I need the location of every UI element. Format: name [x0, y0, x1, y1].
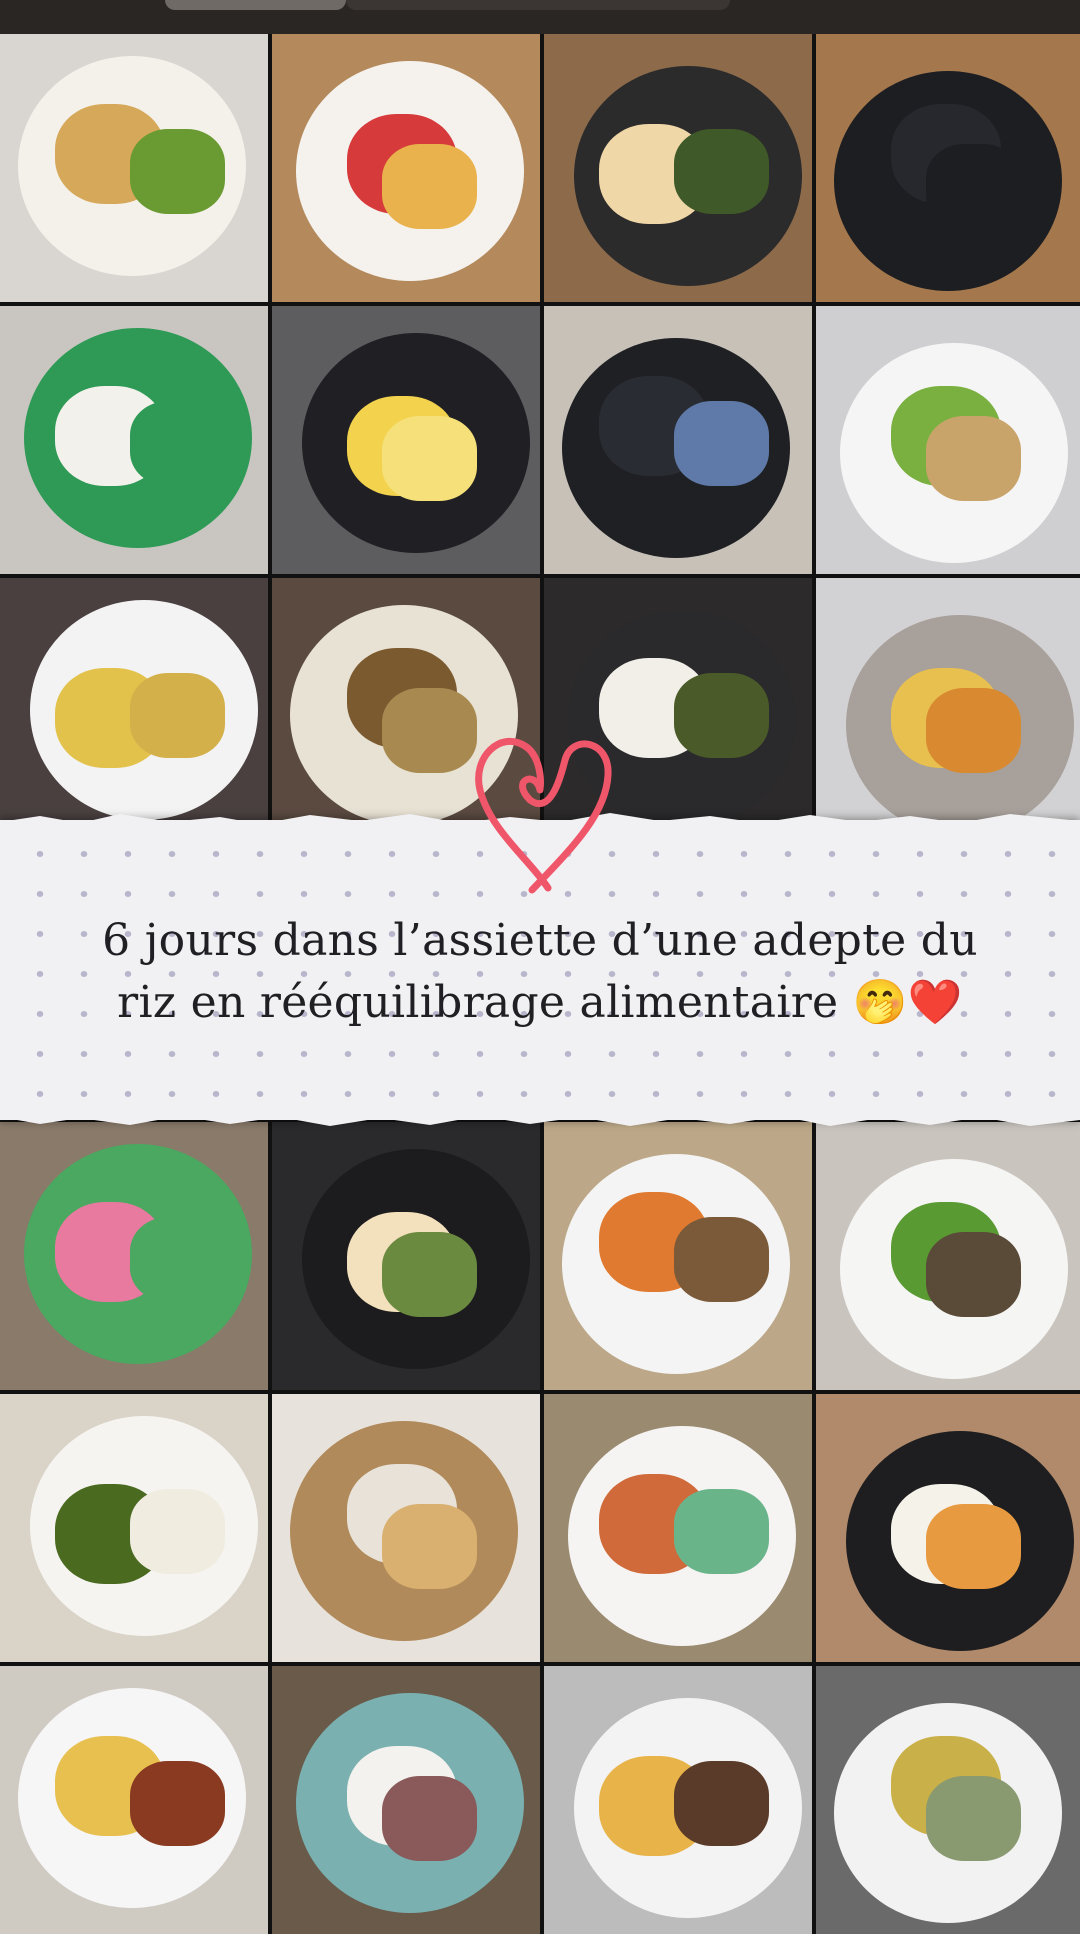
caption-line-1: 6 jours dans l’assiette d’une adepte du: [102, 915, 978, 966]
side-dish-shape: [382, 688, 477, 773]
side-dish-shape: [130, 129, 225, 214]
side-dish-shape: [382, 1232, 477, 1317]
side-dish-shape: [130, 673, 225, 758]
side-dish-shape: [130, 401, 225, 486]
side-dish-shape: [926, 144, 1021, 229]
meal-photo-rice-chicken[interactable]: [0, 1666, 268, 1934]
meal-photo-flan-cabbage[interactable]: [272, 1122, 540, 1390]
heart-doodle-icon: [475, 737, 612, 894]
photo-yogurt-dolait-nature[interactable]: [0, 306, 268, 574]
side-dish-shape: [926, 1232, 1021, 1317]
meal-photo-foufou-greens[interactable]: [272, 1666, 540, 1934]
side-dish-shape: [382, 1776, 477, 1861]
side-dish-shape: [926, 1504, 1021, 1589]
story-progress-track: [346, 0, 730, 10]
meal-photo-sweet-potato-stew[interactable]: [544, 1122, 812, 1390]
photo-bathroom-scale[interactable]: [544, 306, 812, 574]
meal-photo-flan-greens[interactable]: [544, 34, 812, 302]
meal-photo-noodles-vegetables[interactable]: [0, 578, 268, 846]
side-dish-shape: [382, 1504, 477, 1589]
side-dish-shape: [130, 1761, 225, 1846]
meal-photo-fish-avocado-salad[interactable]: [816, 306, 1080, 574]
meal-photo-leaf-sauce[interactable]: [0, 1394, 268, 1662]
meal-photo-chicken-salad-attieke[interactable]: [0, 34, 268, 302]
meal-photo-couscous-spoon[interactable]: [816, 1666, 1080, 1934]
side-dish-shape: [382, 144, 477, 229]
meal-photo-rice-fish-stew[interactable]: [816, 1394, 1080, 1662]
story-progress-segment: [165, 0, 346, 10]
photo-empty-black-plate[interactable]: [816, 34, 1080, 302]
caption-title: 6 jours dans l’assiette d’une adepte du …: [40, 910, 1040, 1034]
side-dish-shape: [926, 416, 1021, 501]
side-dish-shape: [674, 1761, 769, 1846]
caption-emojis: 🤭❤️: [852, 977, 963, 1028]
meal-photo-pineapple-slices[interactable]: [272, 306, 540, 574]
side-dish-shape: [926, 688, 1021, 773]
torn-paper-edge-bottom: [0, 1108, 1080, 1126]
meal-photo-rice-onions[interactable]: [544, 1666, 812, 1934]
caption-line-2: riz en rééquilibrage alimentaire: [117, 977, 839, 1028]
side-dish-shape: [674, 129, 769, 214]
side-dish-shape: [130, 1489, 225, 1574]
meal-photo-omelette-watermelon[interactable]: [272, 34, 540, 302]
side-dish-shape: [382, 416, 477, 501]
photo-tea-toast-table[interactable]: [272, 1394, 540, 1662]
side-dish-shape: [674, 1489, 769, 1574]
side-dish-shape: [130, 1217, 225, 1302]
meal-photo-porridge-sauce[interactable]: [544, 1394, 812, 1662]
story-top-bar: [0, 0, 1080, 34]
side-dish-shape: [674, 401, 769, 486]
side-dish-shape: [926, 1776, 1021, 1861]
photo-compote-pouch[interactable]: [0, 1122, 268, 1390]
meal-photo-couscous-stew[interactable]: [816, 578, 1080, 846]
side-dish-shape: [674, 1217, 769, 1302]
side-dish-shape: [674, 673, 769, 758]
meal-photo-meat-salad[interactable]: [816, 1122, 1080, 1390]
